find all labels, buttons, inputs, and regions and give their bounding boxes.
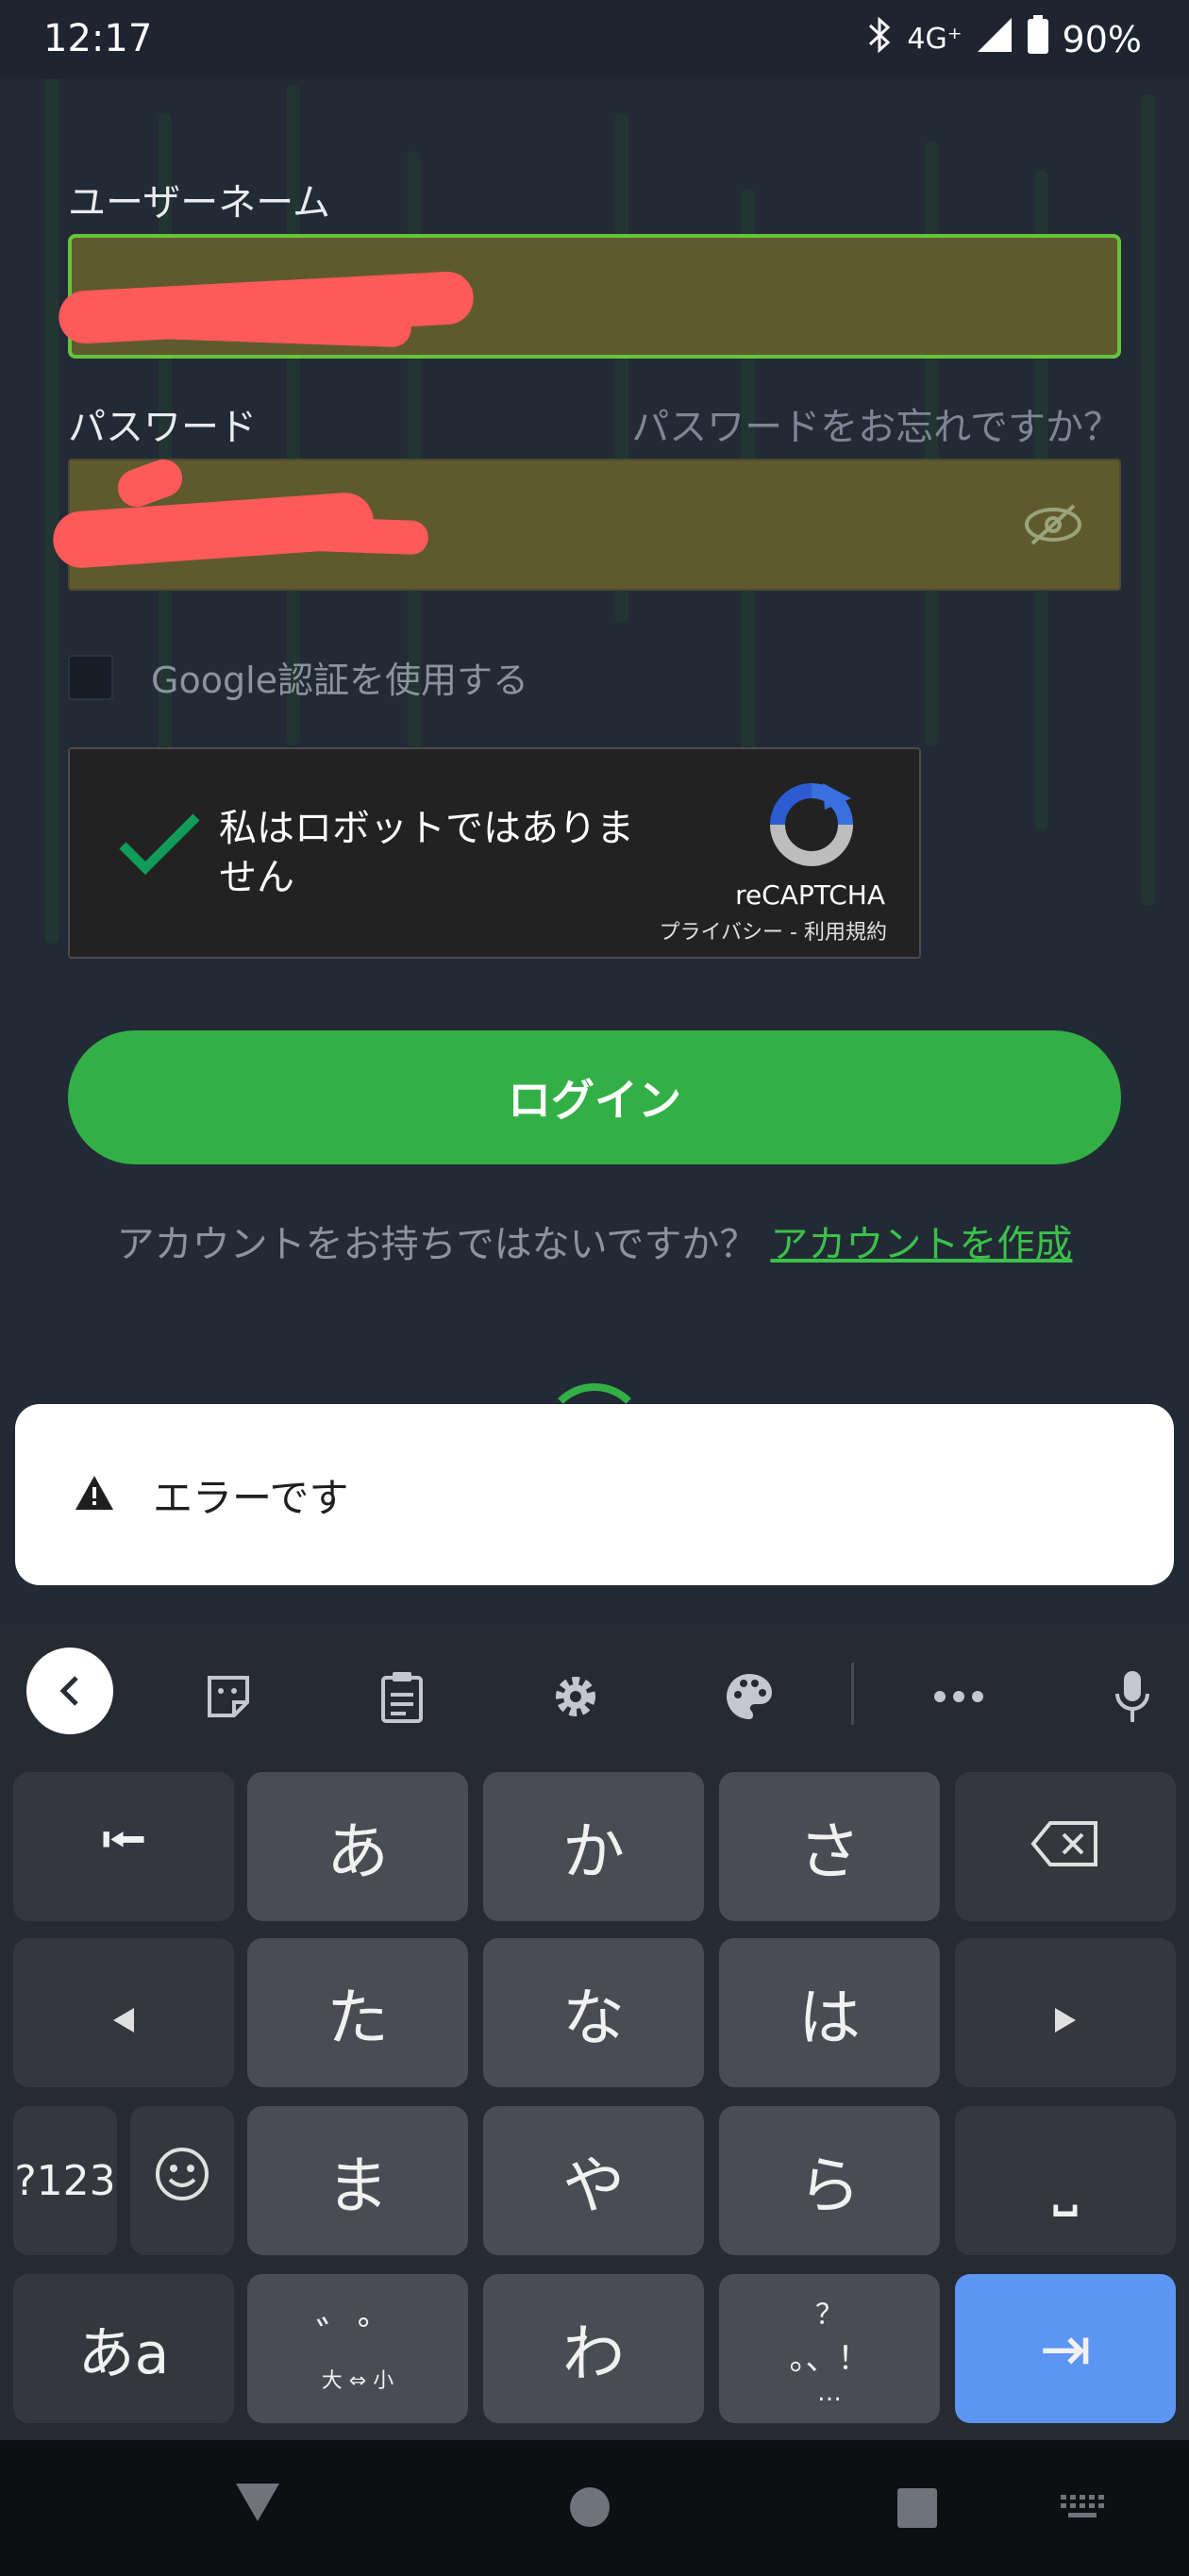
key-wa[interactable]: わ [483,2274,704,2423]
status-icons: 4G⁺ 90% [865,15,1142,63]
backspace-icon [1030,1811,1101,1883]
nav-home-icon[interactable] [568,2485,611,2533]
nav-back-icon[interactable] [234,2482,281,2527]
battery-icon [1027,15,1049,63]
navigation-bar [0,2440,1189,2576]
key-dakuten[interactable]: ゛゜ 大 ⇔ 小 [247,2274,468,2423]
key-emoji[interactable] [130,2106,234,2255]
toolbar-divider [851,1663,854,1725]
microphone-icon[interactable] [1106,1670,1159,1723]
emoji-icon [154,2145,210,2217]
dakuten-label: ゛゜ [316,2314,399,2362]
toast-message: エラーです [153,1475,349,1521]
recaptcha-logo-icon [764,778,859,876]
status-bar: 12:17 4G⁺ 90% [0,0,1189,79]
punct-mid-label: 。、！ [789,2339,870,2378]
keyboard: ⭰ あ か さ た な は ?123 ま や ら ⎵ あa ゛゜ 大 ⇔ 小 わ… [0,1631,1189,2440]
dakuten-sub-label: 大 ⇔ 小 [321,2369,394,2393]
key-ya[interactable]: や [483,2106,704,2255]
more-icon[interactable] [932,1670,985,1723]
key-cursor-right[interactable] [955,1938,1176,2087]
recaptcha-text: 私はロボットではありません [219,807,634,899]
key-ma[interactable]: ま [247,2106,468,2255]
eye-off-icon[interactable] [1023,498,1083,555]
key-symbols[interactable]: ?123 [13,2106,117,2255]
username-input[interactable] [57,234,1121,359]
password-input[interactable] [51,454,1121,591]
key-ta[interactable]: た [247,1938,468,2087]
signal-icon [976,16,1013,62]
key-ka[interactable]: か [483,1772,704,1921]
key-sa[interactable]: さ [719,1772,940,1921]
key-na[interactable]: な [483,1938,704,2087]
nav-recents-icon[interactable] [896,2487,938,2533]
key-ime-toggle[interactable]: あa [13,2274,234,2423]
key-back-tab[interactable]: ⭰ [13,1772,234,1921]
keyboard-toolbar [0,1631,1189,1763]
recaptcha-brand: reCAPTCHA [735,879,885,911]
triangle-left-icon [111,1977,136,2049]
clipboard-icon[interactable] [376,1670,428,1723]
key-enter[interactable]: ⇥ [955,2274,1176,2423]
redaction-scribble [112,454,188,512]
gear-icon[interactable] [549,1670,602,1723]
keyboard-switch-icon[interactable] [1059,2493,1106,2525]
no-account-text: アカウントをお持ちではないですか？ [116,1223,758,1266]
key-ra[interactable]: ら [719,2106,940,2255]
login-button[interactable]: ログイン [68,1030,1121,1164]
google-auth-label: Google認証を使用する [151,660,529,701]
bluetooth-icon [865,16,894,62]
password-label: パスワード [68,406,257,449]
checkmark-icon[interactable] [117,811,202,881]
key-space[interactable]: ⎵ [955,2106,1176,2255]
key-punctuation[interactable]: ？ 。、！ … [719,2274,940,2423]
status-time: 12:17 [43,17,153,60]
google-auth-row: Google認証を使用する [68,651,528,703]
network-type: 4G⁺ [907,23,963,56]
palette-icon[interactable] [723,1670,776,1723]
error-toast: エラーです [15,1404,1174,1585]
back-chevron-icon[interactable] [26,1648,113,1734]
battery-level: 90% [1062,18,1142,60]
recaptcha-terms-link[interactable]: プライバシー - 利用規約 [660,915,888,945]
signup-row: アカウントをお持ちではないですか？ アカウントを作成 [0,1213,1189,1268]
warning-icon [74,1474,115,1515]
google-auth-checkbox[interactable] [68,654,113,700]
key-ha[interactable]: は [719,1938,940,2087]
key-a[interactable]: あ [247,1772,468,1921]
key-backspace[interactable] [955,1772,1176,1921]
create-account-link[interactable]: アカウントを作成 [770,1223,1072,1266]
recaptcha-widget[interactable]: 私はロボットではありません reCAPTCHA プライバシー - 利用規約 [68,747,921,959]
triangle-right-icon [1053,1977,1078,2049]
punct-top-label: ？ [815,2298,844,2332]
username-label: ユーザーネーム [68,181,330,225]
sticker-icon[interactable] [202,1670,255,1723]
punct-bottom-label: … [817,2378,842,2407]
forgot-password-link[interactable]: パスワードをお忘れですか？ [631,396,1121,451]
key-cursor-left[interactable] [13,1938,234,2087]
